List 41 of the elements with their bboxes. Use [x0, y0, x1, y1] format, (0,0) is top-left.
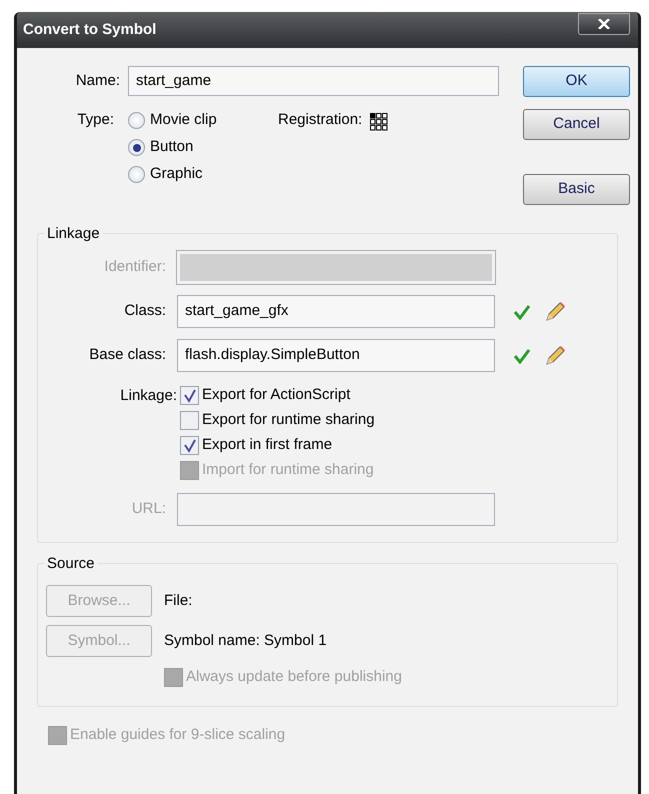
field-label: Name:	[74, 70, 121, 91]
pencil-icon[interactable]	[543, 300, 567, 324]
radio-label: Graphic	[150, 164, 203, 184]
source-info: File:	[164, 590, 192, 611]
registration-label: Registration:	[278, 110, 362, 130]
radio-label: Button	[150, 137, 194, 158]
close-button[interactable]	[578, 13, 630, 35]
close-icon	[598, 19, 610, 29]
checkbox-label: Import for runtime sharing	[202, 460, 374, 480]
radio-button[interactable]	[128, 166, 145, 183]
checkbox-label: Export in first frame	[202, 435, 332, 456]
checkbox-label: Export for ActionScript	[202, 385, 350, 406]
checkbox[interactable]	[180, 436, 199, 455]
radio-button[interactable]	[128, 139, 145, 156]
field-label: Linkage:	[119, 386, 178, 406]
dialog-button[interactable]: Basic	[523, 174, 630, 205]
check-icon	[184, 438, 196, 452]
text-field[interactable]: flash.display.SimpleButton	[177, 339, 495, 372]
checkbox[interactable]	[180, 411, 199, 430]
checkbox-label: Enable guides for 9-slice scaling	[70, 725, 286, 746]
checkmark-icon	[513, 348, 531, 364]
field-label: Base class:	[88, 345, 167, 366]
radio-label: Movie clip	[150, 110, 217, 130]
pencil-icon[interactable]	[543, 344, 567, 368]
field-label: Class:	[123, 301, 167, 322]
radio-button[interactable]	[128, 112, 145, 129]
check-icon	[184, 388, 196, 402]
field-label: Identifier:	[103, 257, 167, 278]
dialog-button[interactable]: OK	[523, 66, 630, 97]
checkmark-icon	[513, 304, 531, 320]
dialog-button[interactable]: Cancel	[523, 109, 630, 140]
window-title: Convert to Symbol	[23, 20, 156, 40]
text-field[interactable]: start_game_gfx	[177, 295, 495, 328]
field-label: Type:	[76, 110, 115, 130]
registration-grid-icon[interactable]	[370, 113, 388, 131]
checkbox[interactable]	[180, 386, 199, 405]
source-info: Symbol name: Symbol 1	[164, 630, 327, 651]
field-label: URL:	[130, 499, 167, 520]
checkbox-label: Export for runtime sharing	[202, 410, 375, 430]
checkbox-label: Always update before publishing	[186, 667, 402, 688]
name-field[interactable]: start_game	[128, 66, 499, 96]
